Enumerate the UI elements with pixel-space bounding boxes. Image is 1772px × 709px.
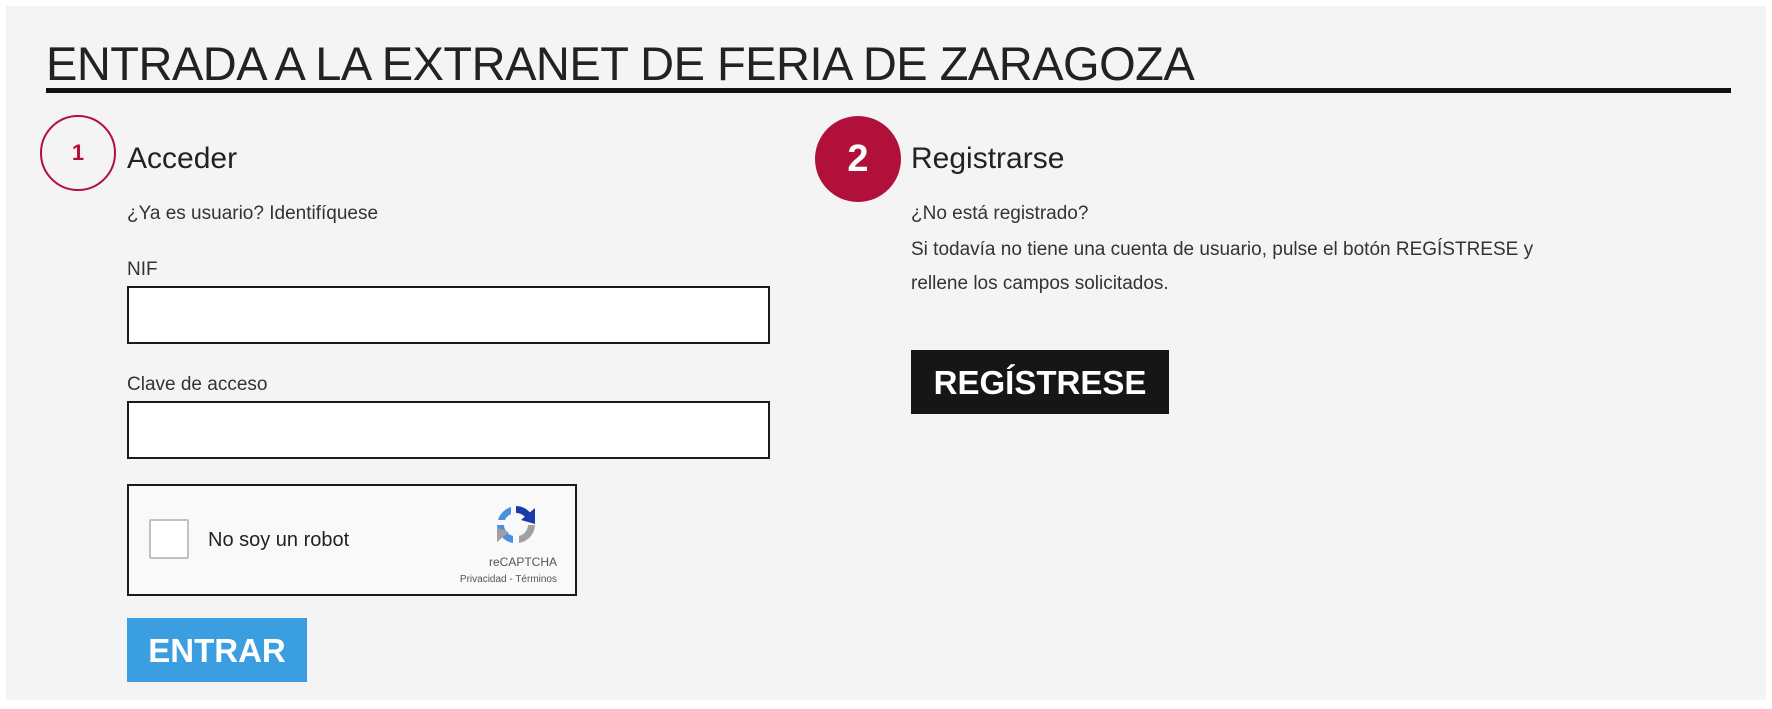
login-subtitle: ¿Ya es usuario? Identifíquese — [127, 203, 379, 224]
register-heading: Registrarse — [911, 142, 1065, 175]
recaptcha-icon — [497, 506, 535, 543]
recaptcha-checkbox[interactable] — [149, 519, 189, 559]
page-title: ENTRADA A LA EXTRANET DE FERIA DE ZARAGO… — [46, 37, 1195, 90]
password-label: Clave de acceso — [127, 374, 268, 395]
step-1-badge: 1 — [40, 115, 116, 191]
register-question: ¿No está registrado? — [911, 203, 1089, 224]
login-heading: Acceder — [127, 142, 238, 175]
register-description-line1: Si todavía no tiene una cuenta de usuari… — [911, 239, 1534, 260]
step-2-badge: 2 — [815, 116, 901, 202]
recaptcha-label: No soy un robot — [208, 529, 350, 551]
registrese-button[interactable]: REGÍSTRESE — [911, 350, 1169, 414]
recaptcha-widget: No soy un robot reCAPTCHA Privacidad - T… — [127, 484, 577, 596]
nif-label: NIF — [127, 259, 158, 280]
register-description-line2: rellene los campos solicitados. — [911, 273, 1169, 294]
title-divider — [46, 88, 1731, 93]
recaptcha-links[interactable]: Privacidad - Términos — [460, 574, 557, 585]
nif-input[interactable] — [127, 286, 770, 344]
recaptcha-brand: reCAPTCHA — [488, 555, 557, 569]
entrar-button[interactable]: ENTRAR — [127, 618, 307, 682]
password-input[interactable] — [127, 401, 770, 459]
